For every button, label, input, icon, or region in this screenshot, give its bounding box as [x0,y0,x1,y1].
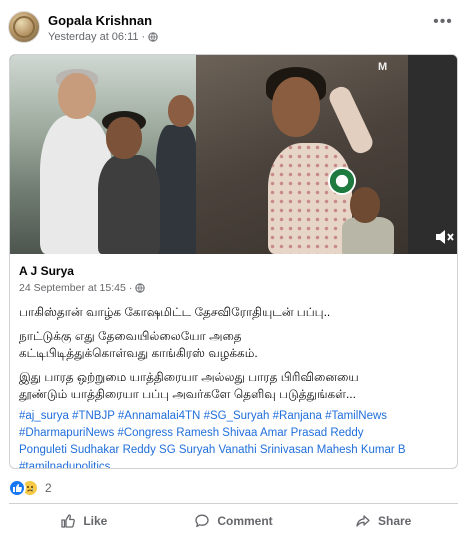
shared-post-card[interactable]: M A J Surya 24 September at 15:45 · பாகி… [9,54,458,469]
video-watermark: M [378,61,389,73]
author-name[interactable]: Gopala Krishnan [48,13,152,28]
post-actions: Like Comment Share [9,505,458,537]
like-label: Like [83,514,108,528]
post-text-line: தூண்டும் யாத்திரையா பப்பு அவர்களே தெளிவு… [19,387,356,401]
video-player[interactable]: M [10,55,457,254]
post-timestamp[interactable]: Yesterday at 06:11 [48,31,139,43]
hashtag-link[interactable]: #Ranjana [273,410,322,422]
more-options-icon[interactable]: ••• [433,14,453,35]
hashtag-link[interactable]: #Congress [117,427,173,439]
hashtag-link[interactable]: #tamilnadupolitics [19,461,110,468]
speaker-muted-icon[interactable] [434,228,454,246]
comment-label: Comment [217,514,273,528]
hashtag-link[interactable]: #TamilNews [325,410,387,422]
tagged-person-link[interactable]: Amar Prasad Reddy [260,427,364,439]
tagged-person-link[interactable]: Vanathi Srinivasan [218,444,313,456]
like-button[interactable]: Like [9,505,159,537]
post-text-line: கட்டிபிடித்துக்கொள்வது காங்கிரஸ் வழக்கம்… [19,346,258,360]
reaction-summary[interactable]: 2 [8,478,52,498]
author-avatar[interactable] [8,11,40,43]
comment-button[interactable]: Comment [159,505,309,537]
shared-post-meta: 24 September at 15:45 · [19,282,449,294]
post-header: Gopala Krishnan Yesterday at 06:11 · ••• [8,11,459,51]
tagged-person-link[interactable]: Ramesh Shivaa [176,427,257,439]
thumbs-up-icon [61,514,76,528]
divider [9,503,458,504]
globe-icon [135,283,145,293]
post-text-line: நாட்டுக்கு எது தேவையில்லையோ அதை [19,329,242,343]
post-text-line: பாகிஸ்தான் வாழ்க கோஷமிட்ட தேசவிரோதியுடன்… [19,305,331,319]
share-button[interactable]: Share [308,505,458,537]
hashtag-link[interactable]: #DharmapuriNews [19,427,114,439]
share-label: Share [378,514,412,528]
shared-post-body: A J Surya 24 September at 15:45 · பாகிஸ்… [10,254,457,468]
tagged-person-link[interactable]: SG Suryah [159,444,215,456]
share-arrow-icon [356,515,370,527]
post-meta: Yesterday at 06:11 · [48,31,158,43]
comment-bubble-icon [195,514,209,528]
shared-author-name[interactable]: A J Surya [19,264,449,279]
hashtag-link[interactable]: #aj_surya [19,410,69,422]
hashtag-list: #aj_surya #TNBJP #Annamalai4TN #SG_Surya… [19,408,449,468]
hashtag-link[interactable]: #TNBJP [72,410,115,422]
tagged-person-link[interactable]: Mahesh Kumar B [317,444,406,456]
shared-post-timestamp[interactable]: 24 September at 15:45 [19,282,126,294]
reaction-count[interactable]: 2 [45,481,52,495]
post-text-line: இது பாரத ஒற்றுமை யாத்திரையா அல்லது பாரத … [19,370,359,384]
hashtag-link[interactable]: #Annamalai4TN [118,410,200,422]
globe-icon [148,32,158,42]
like-reaction-icon [8,479,26,497]
tagged-person-link[interactable]: Ponguleti Sudhakar Reddy [19,444,156,456]
feed-post: Gopala Krishnan Yesterday at 06:11 · ••• [0,0,467,539]
hashtag-link[interactable]: #SG_Suryah [204,410,270,422]
